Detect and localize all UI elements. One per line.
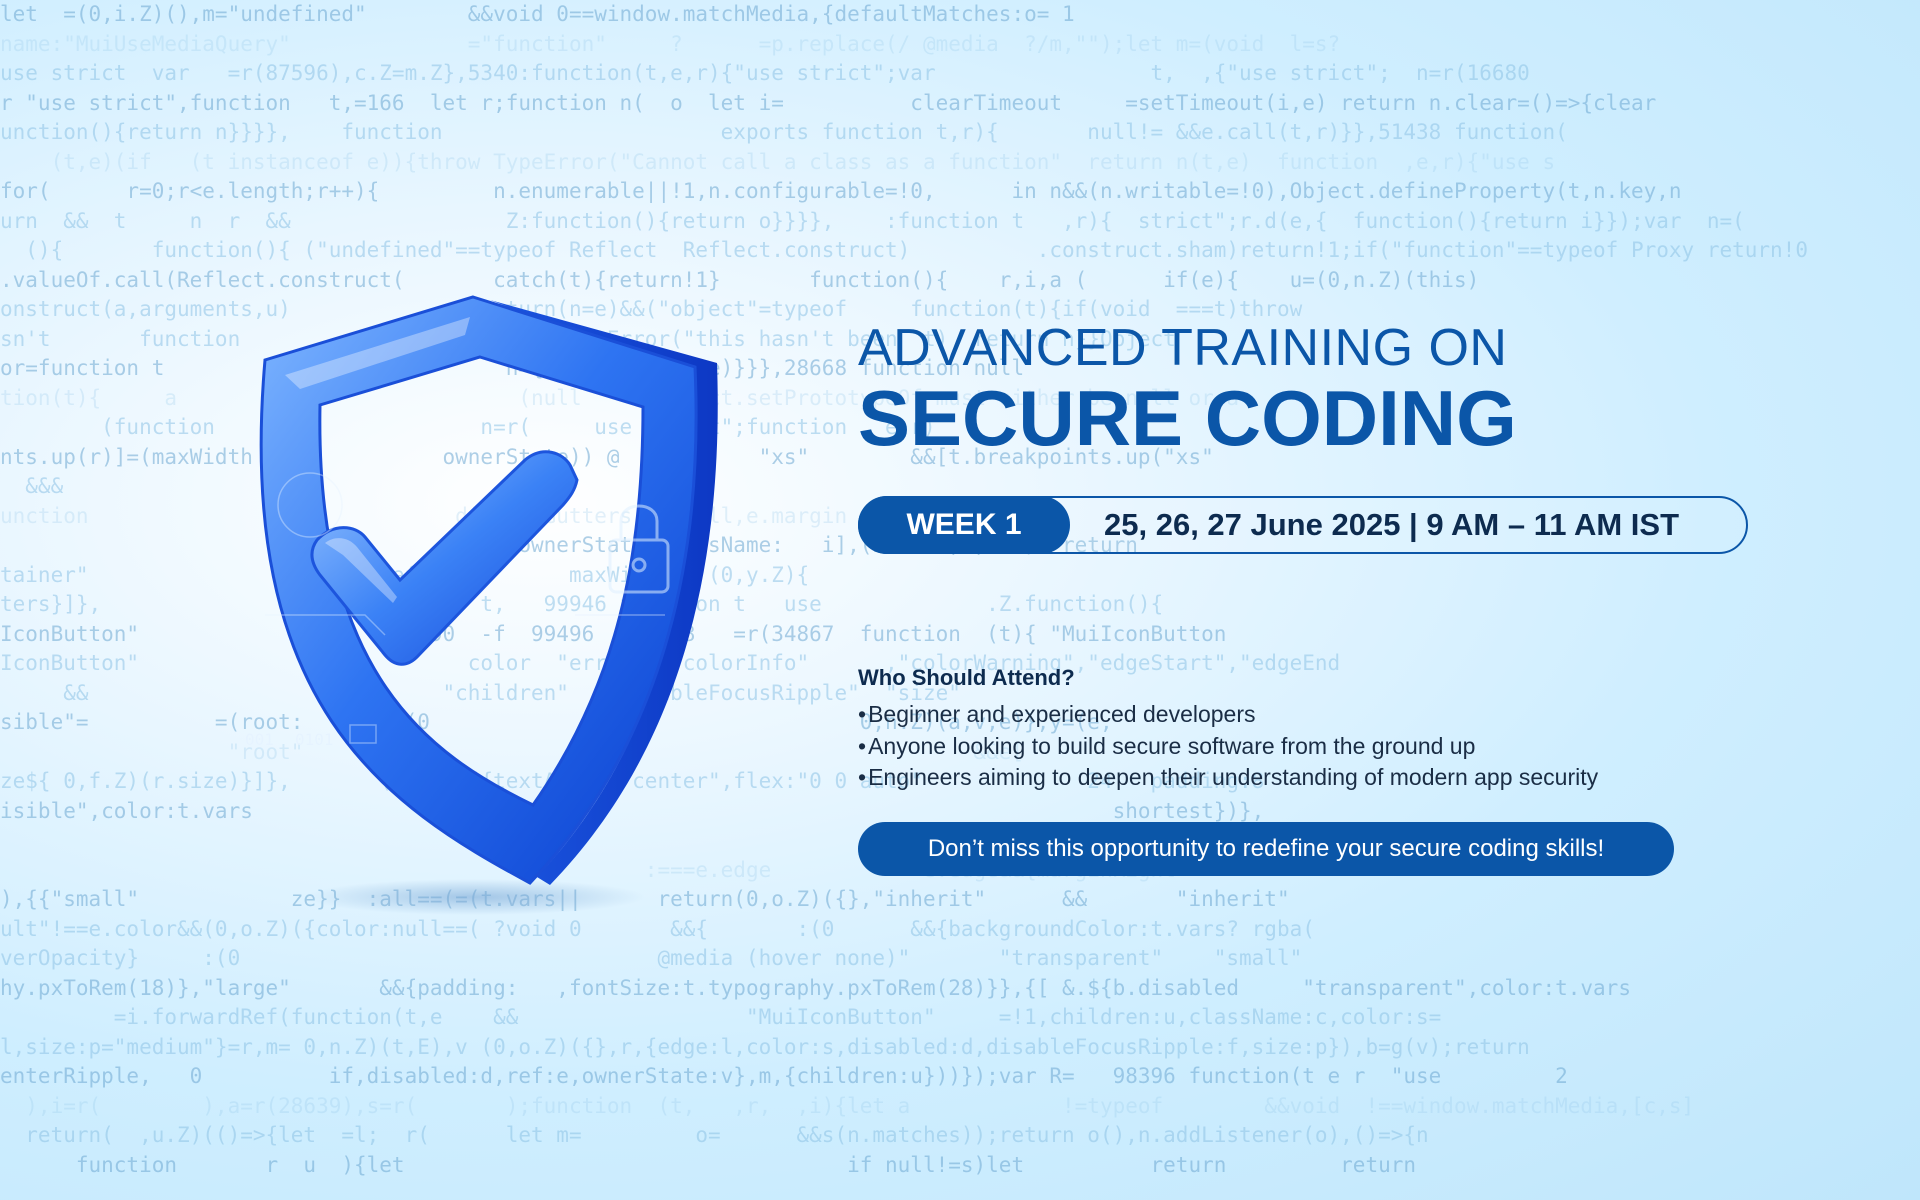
shield-check-icon: 001 0101 (225, 285, 745, 925)
audience-section: Who Should Attend? Beginner and experien… (858, 663, 1758, 794)
code-line: use strict var =r(87596),c.Z=m.Z},5340:f… (0, 61, 1530, 85)
code-line: return( ,u.Z)(()=>{let =l; r( let m= o= … (0, 1123, 1429, 1147)
title-line2: SECURE CODING (858, 374, 1517, 462)
shield-illustration: 001 0101 (245, 295, 718, 915)
title-line1: ADVANCED TRAINING ON (858, 319, 1508, 377)
code-line: (t,e)(if (t instanceof e)){throw TypeErr… (0, 149, 1556, 174)
code-line: let =(0,i.Z)(),m="undefined" &&void 0==w… (0, 2, 1075, 26)
audience-list: Beginner and experienced developers Anyo… (858, 699, 1758, 794)
week-badge: WEEK 1 (858, 496, 1070, 554)
audience-heading: Who Should Attend? (858, 665, 1075, 690)
code-line: name:"MuiUseMediaQuery" ="function" ? =p… (0, 31, 1341, 56)
schedule-bar: WEEK 1 25, 26, 27 June 2025 | 9 AM – 11 … (858, 496, 1748, 554)
code-line: ),i=r( ),a=r(28639),s=r( );function (t, … (0, 1093, 1695, 1118)
code-line: r "use strict",function t,=166 let r;fun… (0, 90, 1657, 115)
code-line: =i.forwardRef(function(t,e && "MuiIconBu… (0, 1005, 1442, 1029)
code-line: function r u ){let if null!=s)let return… (0, 1152, 1417, 1177)
code-line: l,size:p="medium"}=r,m= 0,n.Z)(t,E),v (0… (0, 1034, 1530, 1059)
event-info: ADVANCED TRAINING ON SECURE CODING WEEK … (858, 318, 1858, 876)
binary-text-2: 0101 (295, 730, 334, 749)
code-line: (){ function(){ ("undefined"==typeof Ref… (0, 238, 1808, 262)
audience-item: Engineers aiming to deepen their underst… (858, 762, 1758, 794)
audience-item: Anyone looking to build secure software … (858, 731, 1758, 763)
binary-text-1: 001 (245, 730, 274, 749)
schedule-details: 25, 26, 27 June 2025 | 9 AM – 11 AM IST (1104, 507, 1679, 542)
code-line: enterRipple, 0 if,disabled:d,ref:e,owner… (0, 1064, 1568, 1088)
code-line: unction(){return n}}}}, function exports… (0, 120, 1568, 144)
code-line: verOpacity} :(0 @media (hover none)" "tr… (0, 946, 1303, 970)
cta-banner: Don’t miss this opportunity to redefine … (858, 822, 1674, 876)
code-line: hy.pxToRem(18)},"large" &&{padding: ,fon… (0, 975, 1631, 1000)
code-line: urn && t n r && Z:function(){return o}}}… (0, 208, 1745, 233)
audience-item: Beginner and experienced developers (858, 699, 1758, 731)
shield-shadow (305, 879, 645, 915)
code-line: for( r=0;r<e.length;r++){ n.enumerable||… (0, 179, 1682, 203)
